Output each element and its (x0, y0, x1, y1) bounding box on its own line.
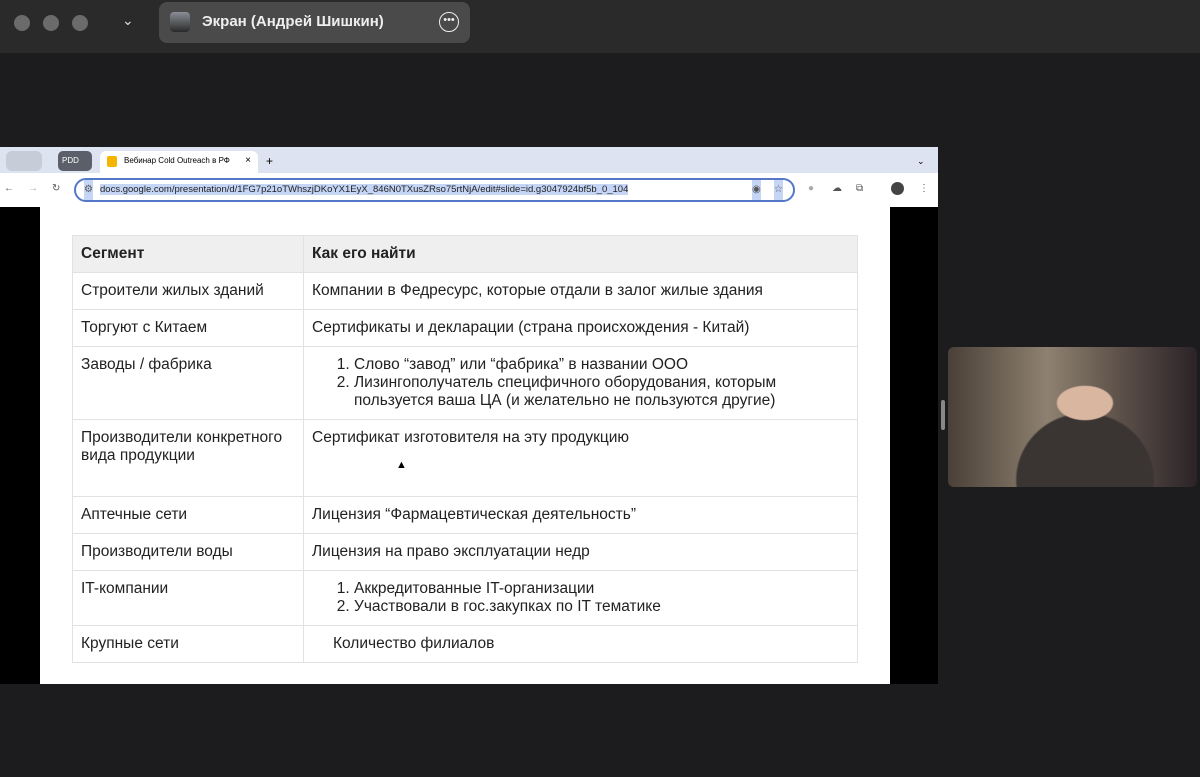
scrollbar[interactable] (941, 400, 945, 430)
cell-segment: Производители конкретного вида продукции (73, 420, 304, 497)
forward-icon[interactable]: → (28, 183, 38, 194)
menu-icon[interactable]: ⋮ (919, 183, 929, 194)
table-row: Торгуют с КитаемСертификаты и декларации… (73, 310, 858, 347)
cell-how: Слово “завод” или “фабрика” в названии О… (304, 347, 858, 420)
cell-how: Лицензия на право эксплуатации недр (304, 534, 858, 571)
table-row: Аптечные сетиЛицензия “Фармацевтическая … (73, 497, 858, 534)
new-tab-button[interactable]: + (266, 151, 273, 171)
back-icon[interactable]: ← (4, 183, 14, 194)
tab-group-label: PDD (62, 156, 79, 165)
cell-segment: Торгуют с Китаем (73, 310, 304, 347)
more-icon[interactable]: ••• (439, 12, 459, 32)
cell-segment: Заводы / фабрика (73, 347, 304, 420)
shared-screen: PDD Вебинар Cold Outreach в РФ × + ⌄ ← →… (0, 147, 938, 684)
header-how: Как его найти (304, 236, 858, 273)
table-header: СегментКак его найти (73, 236, 858, 273)
cell-segment: Аптечные сети (73, 497, 304, 534)
extension-globe-icon[interactable]: ● (808, 183, 814, 194)
cell-segment: Крупные сети (73, 626, 304, 663)
cell-how: Сертификат изготовителя на эту продукцию (304, 420, 858, 497)
table-row: Производители конкретного вида продукции… (73, 420, 858, 497)
cell-segment: Производители воды (73, 534, 304, 571)
url-text: docs.google.com/presentation/d/1FG7p21oT… (100, 184, 628, 195)
list-item: Слово “завод” или “фабрика” в названии О… (354, 356, 849, 374)
close-tab-icon[interactable]: × (245, 151, 251, 171)
browser-toolbar: ← → ↻ ⚙ docs.google.com/presentation/d/1… (0, 173, 938, 207)
slide: СегментКак его найти Строители жилых зда… (40, 207, 890, 684)
minimize-window-button[interactable] (43, 15, 59, 31)
mouse-cursor-icon: ▲ (396, 459, 407, 471)
zoom-window-button[interactable] (72, 15, 88, 31)
window-title: Экран (Андрей Шишкин) (202, 13, 384, 30)
list-item: Аккредитованные IT-организации (354, 580, 849, 598)
avatar (170, 12, 190, 32)
segments-table: СегментКак его найти Строители жилых зда… (72, 235, 858, 663)
reload-icon[interactable]: ↻ (52, 183, 60, 194)
tab-list-chevron-icon[interactable]: ⌄ (917, 151, 925, 171)
header-segment: Сегмент (73, 236, 304, 273)
address-bar[interactable]: ⚙ docs.google.com/presentation/d/1FG7p21… (74, 178, 795, 202)
tab-group-pdd[interactable]: PDD (58, 151, 92, 171)
site-info-icon[interactable]: ⚙ (84, 180, 93, 200)
puzzle-icon[interactable]: ⧉ (856, 183, 863, 194)
cell-segment: IT-компании (73, 571, 304, 626)
cell-segment: Строители жилых зданий (73, 273, 304, 310)
chevron-down-icon[interactable]: ⌄ (122, 12, 134, 29)
profile-avatar[interactable] (891, 182, 904, 195)
table-row: Производители водыЛицензия на право эксп… (73, 534, 858, 571)
list-item: Лизингополучатель специфичного оборудова… (354, 374, 849, 410)
tab-label: Вебинар Cold Outreach в РФ (124, 156, 230, 165)
slides-icon (107, 156, 117, 167)
cell-how: Сертификаты и декларации (страна происхо… (304, 310, 858, 347)
table-row: Строители жилых зданийКомпании в Федресу… (73, 273, 858, 310)
extension-icon[interactable]: ☁ (832, 183, 842, 194)
tab-presentation[interactable]: Вебинар Cold Outreach в РФ × (100, 151, 258, 173)
cell-how: Лицензия “Фармацевтическая деятельность” (304, 497, 858, 534)
table-row: Заводы / фабрика Слово “завод” или “фабри… (73, 347, 858, 420)
participant-video[interactable] (948, 347, 1197, 487)
meeting-top-bar: ⌄ Экран (Андрей Шишкин) ••• (0, 0, 1200, 53)
cell-how: Компании в Федресурс, которые отдали в з… (304, 273, 858, 310)
cell-how: Аккредитованные IT-организацииУчаствовал… (304, 571, 858, 626)
close-window-button[interactable] (14, 15, 30, 31)
table-row: Крупные сетиКоличество филиалов (73, 626, 858, 663)
list-item: Участвовали в гос.закупках по IT тематик… (354, 598, 849, 616)
screen-share-pill[interactable]: Экран (Андрей Шишкин) ••• (159, 2, 470, 43)
cell-how: Количество филиалов (304, 626, 858, 663)
browser-tab-bar: PDD Вебинар Cold Outreach в РФ × + ⌄ (0, 147, 938, 173)
lens-icon[interactable]: ◉ (752, 180, 761, 200)
table-row: IT-компанииАккредитованные IT-организаци… (73, 571, 858, 626)
bookmark-star-icon[interactable]: ☆ (774, 180, 783, 200)
tab-search-icon[interactable] (6, 151, 42, 171)
